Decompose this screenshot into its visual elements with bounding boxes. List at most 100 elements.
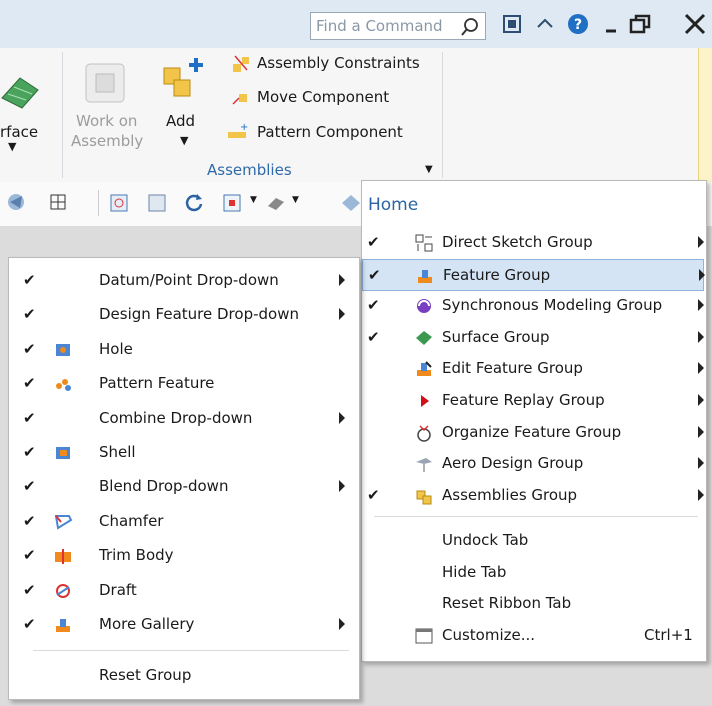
- menu-item-aero-design-group[interactable]: Aero Design Group: [362, 448, 704, 480]
- work-on-assembly-icon: [85, 63, 125, 103]
- partial-icon[interactable]: [340, 192, 362, 214]
- feature-group-icon: [418, 269, 432, 283]
- work-on-assembly-label-1[interactable]: Work on: [76, 112, 137, 130]
- aero-design-icon: [416, 458, 432, 473]
- menu-item-surface-group[interactable]: ✔ Surface Group: [362, 322, 704, 354]
- find-command-placeholder: Find a Command: [316, 17, 443, 35]
- group-launcher-icon[interactable]: ▼: [425, 164, 433, 175]
- feature-item-chamfer[interactable]: ✔ Chamfer: [9, 506, 357, 538]
- menu-item-feature-replay-group[interactable]: Feature Replay Group: [362, 385, 704, 417]
- feature-item-label: Trim Body: [99, 546, 174, 565]
- customize-item[interactable]: Customize... Ctrl+1: [362, 620, 704, 652]
- work-on-assembly-label-2[interactable]: Assembly: [71, 132, 143, 150]
- checkmark-icon: ✔: [23, 305, 36, 324]
- submenu-arrow-icon: [698, 236, 704, 248]
- add-label[interactable]: Add: [166, 112, 195, 130]
- checkmark-icon: ✔: [23, 339, 36, 358]
- surface-label[interactable]: rface: [0, 123, 38, 141]
- menu-item-label: Assemblies Group: [442, 485, 578, 504]
- menu-item-label: Synchronous Modeling Group: [442, 296, 663, 315]
- submenu-arrow-icon: [698, 299, 704, 312]
- find-command-input[interactable]: Find a Command: [310, 12, 486, 40]
- assembly-constraints-label[interactable]: Assembly Constraints: [257, 54, 420, 72]
- chevron-down-icon[interactable]: ▼: [8, 140, 16, 153]
- menu-item-label: Edit Feature Group: [442, 359, 583, 378]
- submenu-arrow-icon: [698, 362, 704, 375]
- menu-item-label: Organize Feature Group: [442, 422, 622, 441]
- submenu-arrow-icon: [698, 425, 704, 438]
- checkmark-icon: ✔: [23, 511, 36, 530]
- submenu-arrow-icon: [339, 480, 345, 493]
- menu-item-direct-sketch-group[interactable]: ✔ Direct Sketch Group: [362, 227, 704, 259]
- ribbon-separator: [62, 52, 63, 178]
- rotate-icon[interactable]: [183, 192, 205, 214]
- orient-chevron-down-icon[interactable]: ▼: [250, 195, 257, 205]
- fit-icon[interactable]: [108, 192, 130, 214]
- menu-item-organize-feature-group[interactable]: Organize Feature Group: [362, 417, 704, 449]
- submenu-arrow-icon: [698, 457, 704, 470]
- search-icon[interactable]: [459, 16, 481, 38]
- menu-action-reset-ribbon-tab[interactable]: Reset Ribbon Tab: [362, 588, 704, 620]
- checkmark-icon: ✔: [368, 265, 381, 284]
- ribbon-scroll-button[interactable]: [698, 48, 712, 182]
- menu-separator: [374, 516, 698, 517]
- checkmark-icon: ✔: [23, 615, 36, 633]
- move-component-icon: [232, 94, 247, 105]
- customize-label: Customize...: [442, 626, 536, 644]
- menu-item-edit-feature-group[interactable]: Edit Feature Group: [362, 353, 704, 385]
- assemblies-group-label: Assemblies: [207, 161, 292, 179]
- feature-item-more-gallery[interactable]: ✔ More Gallery: [9, 609, 357, 641]
- home-tab-menu: Home ✔ Direct Sketch Group ✔ Feature Group ✔…: [361, 180, 707, 662]
- hole-icon: [56, 343, 70, 356]
- help-icon[interactable]: ?: [566, 12, 590, 36]
- surface-icon: [1, 77, 39, 109]
- restore-icon[interactable]: [628, 12, 652, 36]
- collapse-ribbon-icon[interactable]: [533, 12, 557, 36]
- feature-item-shell[interactable]: ✔ Shell: [9, 437, 357, 469]
- menu-item-label: Feature Group: [443, 265, 551, 284]
- feature-item-pattern-feature[interactable]: ✔ Pattern Feature: [9, 368, 357, 400]
- render-style-icon[interactable]: [265, 192, 287, 214]
- feature-item-label: Pattern Feature: [99, 374, 215, 393]
- menu-action-label: Undock Tab: [442, 531, 529, 549]
- synchronous-modeling-icon: [417, 299, 431, 314]
- menu-item-feature-group[interactable]: ✔ Feature Group: [362, 258, 705, 291]
- menu-item-synchronous-modeling-group[interactable]: ✔ Synchronous Modeling Group: [362, 290, 704, 322]
- feature-item-hole[interactable]: ✔ Hole: [9, 334, 357, 366]
- add-chevron-down-icon[interactable]: ▼: [180, 134, 188, 147]
- menu-item-assemblies-group[interactable]: ✔ Assemblies Group: [362, 480, 704, 512]
- toolbar-separator: [98, 190, 99, 216]
- feature-item-draft[interactable]: ✔ Draft: [9, 575, 357, 607]
- svg-text:+: +: [240, 122, 248, 133]
- move-component-label[interactable]: Move Component: [257, 88, 389, 106]
- home-menu-title: Home: [368, 195, 419, 215]
- close-icon[interactable]: [682, 12, 708, 36]
- ribbon: rface ▼ Work on Assembly Add ▼ Assembly …: [0, 48, 712, 183]
- zoom-icon[interactable]: [146, 192, 168, 214]
- more-gallery-icon: [56, 619, 70, 632]
- minimize-icon[interactable]: [600, 12, 624, 36]
- feature-item-combine-drop-down[interactable]: ✔ Combine Drop-down: [9, 403, 357, 435]
- trim-body-icon: [55, 549, 71, 565]
- title-bar: Find a Command ?: [0, 0, 712, 48]
- view-icon[interactable]: [6, 192, 26, 212]
- svg-text:?: ?: [574, 17, 582, 33]
- feature-item-label: Shell: [99, 443, 136, 461]
- menu-item-label: Surface Group: [442, 327, 550, 346]
- checkmark-icon: ✔: [23, 580, 36, 599]
- pattern-component-label[interactable]: Pattern Component: [257, 123, 403, 141]
- reset-group-item[interactable]: Reset Group: [9, 660, 357, 692]
- window-icon[interactable]: [500, 12, 524, 36]
- feature-item-trim-body[interactable]: ✔ Trim Body: [9, 540, 357, 572]
- menu-action-undock-tab[interactable]: Undock Tab: [362, 525, 704, 557]
- pattern-feature-icon: [56, 379, 71, 392]
- surface-group-icon: [416, 330, 432, 345]
- customize-icon: [415, 628, 433, 644]
- menu-action-hide-tab[interactable]: Hide Tab: [362, 557, 704, 589]
- render-chevron-down-icon[interactable]: ▼: [292, 195, 299, 205]
- feature-item-design-feature-drop-down[interactable]: ✔ Design Feature Drop-down: [9, 299, 357, 331]
- feature-item-datum-point-drop-down[interactable]: ✔ Datum/Point Drop-down: [9, 265, 357, 297]
- orient-view-icon[interactable]: [221, 192, 243, 214]
- grid-icon[interactable]: [48, 192, 68, 212]
- feature-item-blend-drop-down[interactable]: ✔ Blend Drop-down: [9, 471, 357, 503]
